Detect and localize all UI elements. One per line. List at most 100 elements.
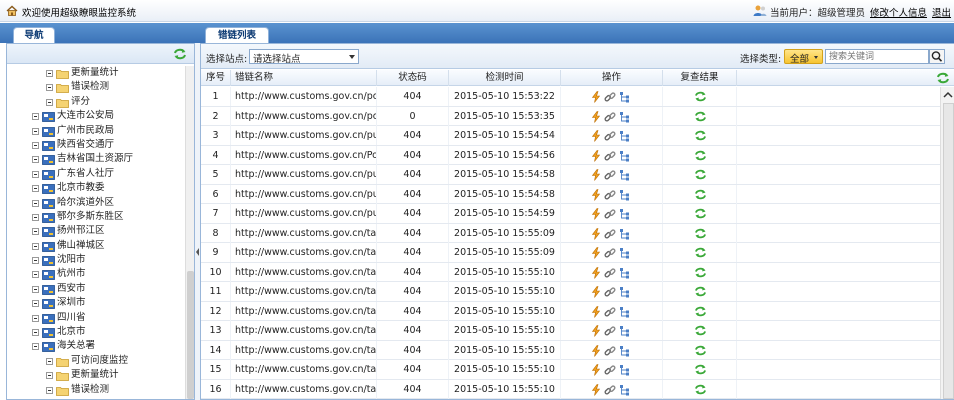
recheck-icon[interactable]: [694, 364, 707, 375]
lightning-icon[interactable]: [591, 305, 601, 318]
lightning-icon[interactable]: [591, 149, 601, 162]
expand-toggle-icon[interactable]: [32, 213, 39, 221]
recheck-icon[interactable]: [694, 208, 707, 219]
table-row[interactable]: 12http://www.customs.gov.cn/tabid/...404…: [201, 301, 940, 321]
cell-link-name[interactable]: http://www.customs.gov.cn/tabid/...: [231, 282, 377, 301]
edit-profile-link[interactable]: 修改个人信息: [870, 5, 927, 19]
cell-link-name[interactable]: http://www.customs.gov.cn/publis...: [231, 204, 377, 223]
lightning-icon[interactable]: [591, 286, 601, 298]
table-row[interactable]: 5http://www.customs.gov.cn/publis...4042…: [201, 165, 940, 185]
cell-link-name[interactable]: http://www.customs.gov.cn/tabid/...: [231, 301, 377, 321]
expand-toggle-icon[interactable]: [32, 170, 39, 178]
expand-toggle-icon[interactable]: [32, 314, 39, 322]
tree-node-folder[interactable]: 可访问度监控: [7, 354, 183, 368]
table-row[interactable]: 15http://www.customs.gov.cn/tabid/...404…: [201, 360, 940, 380]
recheck-icon[interactable]: [694, 130, 707, 141]
lightning-icon[interactable]: [591, 344, 601, 357]
expand-toggle-icon[interactable]: [32, 113, 39, 121]
link-icon[interactable]: [604, 169, 616, 181]
link-icon[interactable]: [604, 384, 616, 396]
search-field[interactable]: [825, 49, 929, 64]
tree-node-site[interactable]: 杭州市: [7, 267, 183, 281]
recheck-icon[interactable]: [694, 384, 707, 395]
tree-node-site[interactable]: 大连市公安局: [7, 109, 183, 123]
link-icon[interactable]: [604, 150, 616, 162]
cell-link-name[interactable]: http://www.customs.gov.cn/Portal...: [231, 145, 377, 165]
link-icon[interactable]: [604, 189, 616, 201]
tree-icon[interactable]: [619, 325, 631, 337]
expand-toggle-icon[interactable]: [32, 242, 39, 250]
expand-toggle-icon[interactable]: [46, 84, 53, 92]
table-row[interactable]: 14http://www.customs.gov.cn/tabid/...404…: [201, 340, 940, 360]
recheck-icon[interactable]: [694, 345, 707, 356]
tree-node-folder[interactable]: 错误检测: [7, 80, 183, 94]
expand-toggle-icon[interactable]: [32, 257, 39, 265]
cell-link-name[interactable]: http://www.customs.gov.cn/publis...: [231, 165, 377, 184]
link-icon[interactable]: [604, 267, 616, 279]
tree-icon[interactable]: [619, 267, 631, 279]
cell-link-name[interactable]: http://www.customs.gov.cn/portal...: [231, 106, 377, 126]
tree-node-site[interactable]: 鄂尔多斯东胜区: [7, 210, 183, 224]
table-row[interactable]: 8http://www.customs.gov.cn/tabid/...4042…: [201, 223, 940, 243]
cell-link-name[interactable]: http://www.customs.gov.cn/tabid/...: [231, 223, 377, 243]
lightning-icon[interactable]: [591, 383, 601, 396]
search-input[interactable]: [826, 50, 928, 63]
expand-toggle-icon[interactable]: [32, 329, 39, 337]
cell-link-name[interactable]: http://www.customs.gov.cn/tabid/...: [231, 262, 377, 282]
tree-node-site[interactable]: 哈尔滨道外区: [7, 196, 183, 210]
tree-icon[interactable]: [619, 286, 631, 298]
link-icon[interactable]: [604, 247, 616, 259]
table-row[interactable]: 3http://www.customs.gov.cn/publis...4042…: [201, 126, 940, 146]
expand-toggle-icon[interactable]: [46, 372, 53, 380]
refresh-icon[interactable]: [173, 48, 187, 60]
lightning-icon[interactable]: [591, 325, 601, 337]
expand-toggle-icon[interactable]: [32, 141, 39, 149]
tree-node-site[interactable]: 陕西省交通厅: [7, 138, 183, 152]
column-header-time[interactable]: 检测时间: [449, 70, 561, 86]
tree-node-folder[interactable]: 更新量统计: [7, 368, 183, 382]
recheck-icon[interactable]: [694, 286, 707, 297]
tree-icon[interactable]: [619, 384, 631, 396]
tree-node-site[interactable]: 深圳市: [7, 296, 183, 310]
column-header-code[interactable]: 状态码: [377, 70, 449, 86]
cell-link-name[interactable]: http://www.customs.gov.cn/tabid/...: [231, 243, 377, 262]
link-icon[interactable]: [604, 306, 616, 318]
tree-icon[interactable]: [619, 345, 631, 357]
type-select[interactable]: 全部: [784, 49, 823, 65]
expand-toggle-icon[interactable]: [32, 300, 39, 308]
expand-toggle-icon[interactable]: [32, 127, 39, 135]
tree-node-site[interactable]: 沈阳市: [7, 253, 183, 267]
expand-toggle-icon[interactable]: [32, 199, 39, 207]
lightning-icon[interactable]: [591, 169, 601, 181]
link-icon[interactable]: [604, 325, 616, 337]
cell-link-name[interactable]: http://www.customs.gov.cn/publis...: [231, 184, 377, 204]
lightning-icon[interactable]: [591, 91, 601, 103]
lightning-icon[interactable]: [591, 188, 601, 201]
recheck-icon[interactable]: [694, 325, 707, 336]
recheck-icon[interactable]: [694, 150, 707, 161]
tree-node-folder[interactable]: 错误检测: [7, 383, 183, 397]
tab-error-links[interactable]: 错链列表: [205, 27, 269, 43]
navigation-scrollbar[interactable]: [185, 66, 194, 399]
tree-icon[interactable]: [619, 306, 631, 318]
recheck-icon[interactable]: [694, 189, 707, 200]
expand-toggle-icon[interactable]: [32, 228, 39, 236]
tree-node-site[interactable]: 西安市: [7, 282, 183, 296]
recheck-icon[interactable]: [694, 91, 707, 102]
recheck-icon[interactable]: [694, 267, 707, 278]
lightning-icon[interactable]: [591, 208, 601, 220]
link-icon[interactable]: [604, 111, 616, 123]
lightning-icon[interactable]: [591, 266, 601, 279]
expand-toggle-icon[interactable]: [32, 343, 39, 351]
site-select[interactable]: 请选择站点: [249, 49, 359, 65]
tree-icon[interactable]: [619, 130, 631, 142]
table-row[interactable]: 13http://www.customs.gov.cn/tabid/...404…: [201, 321, 940, 341]
tree-node-site[interactable]: 北京市教委: [7, 181, 183, 195]
lightning-icon[interactable]: [591, 110, 601, 123]
tree-icon[interactable]: [619, 208, 631, 220]
tree-icon[interactable]: [619, 228, 631, 240]
tree-icon[interactable]: [619, 364, 631, 376]
tab-navigation[interactable]: 导航: [13, 27, 55, 43]
tree-node-site[interactable]: 海关总署: [7, 339, 183, 353]
table-row[interactable]: 7http://www.customs.gov.cn/publis...4042…: [201, 204, 940, 224]
